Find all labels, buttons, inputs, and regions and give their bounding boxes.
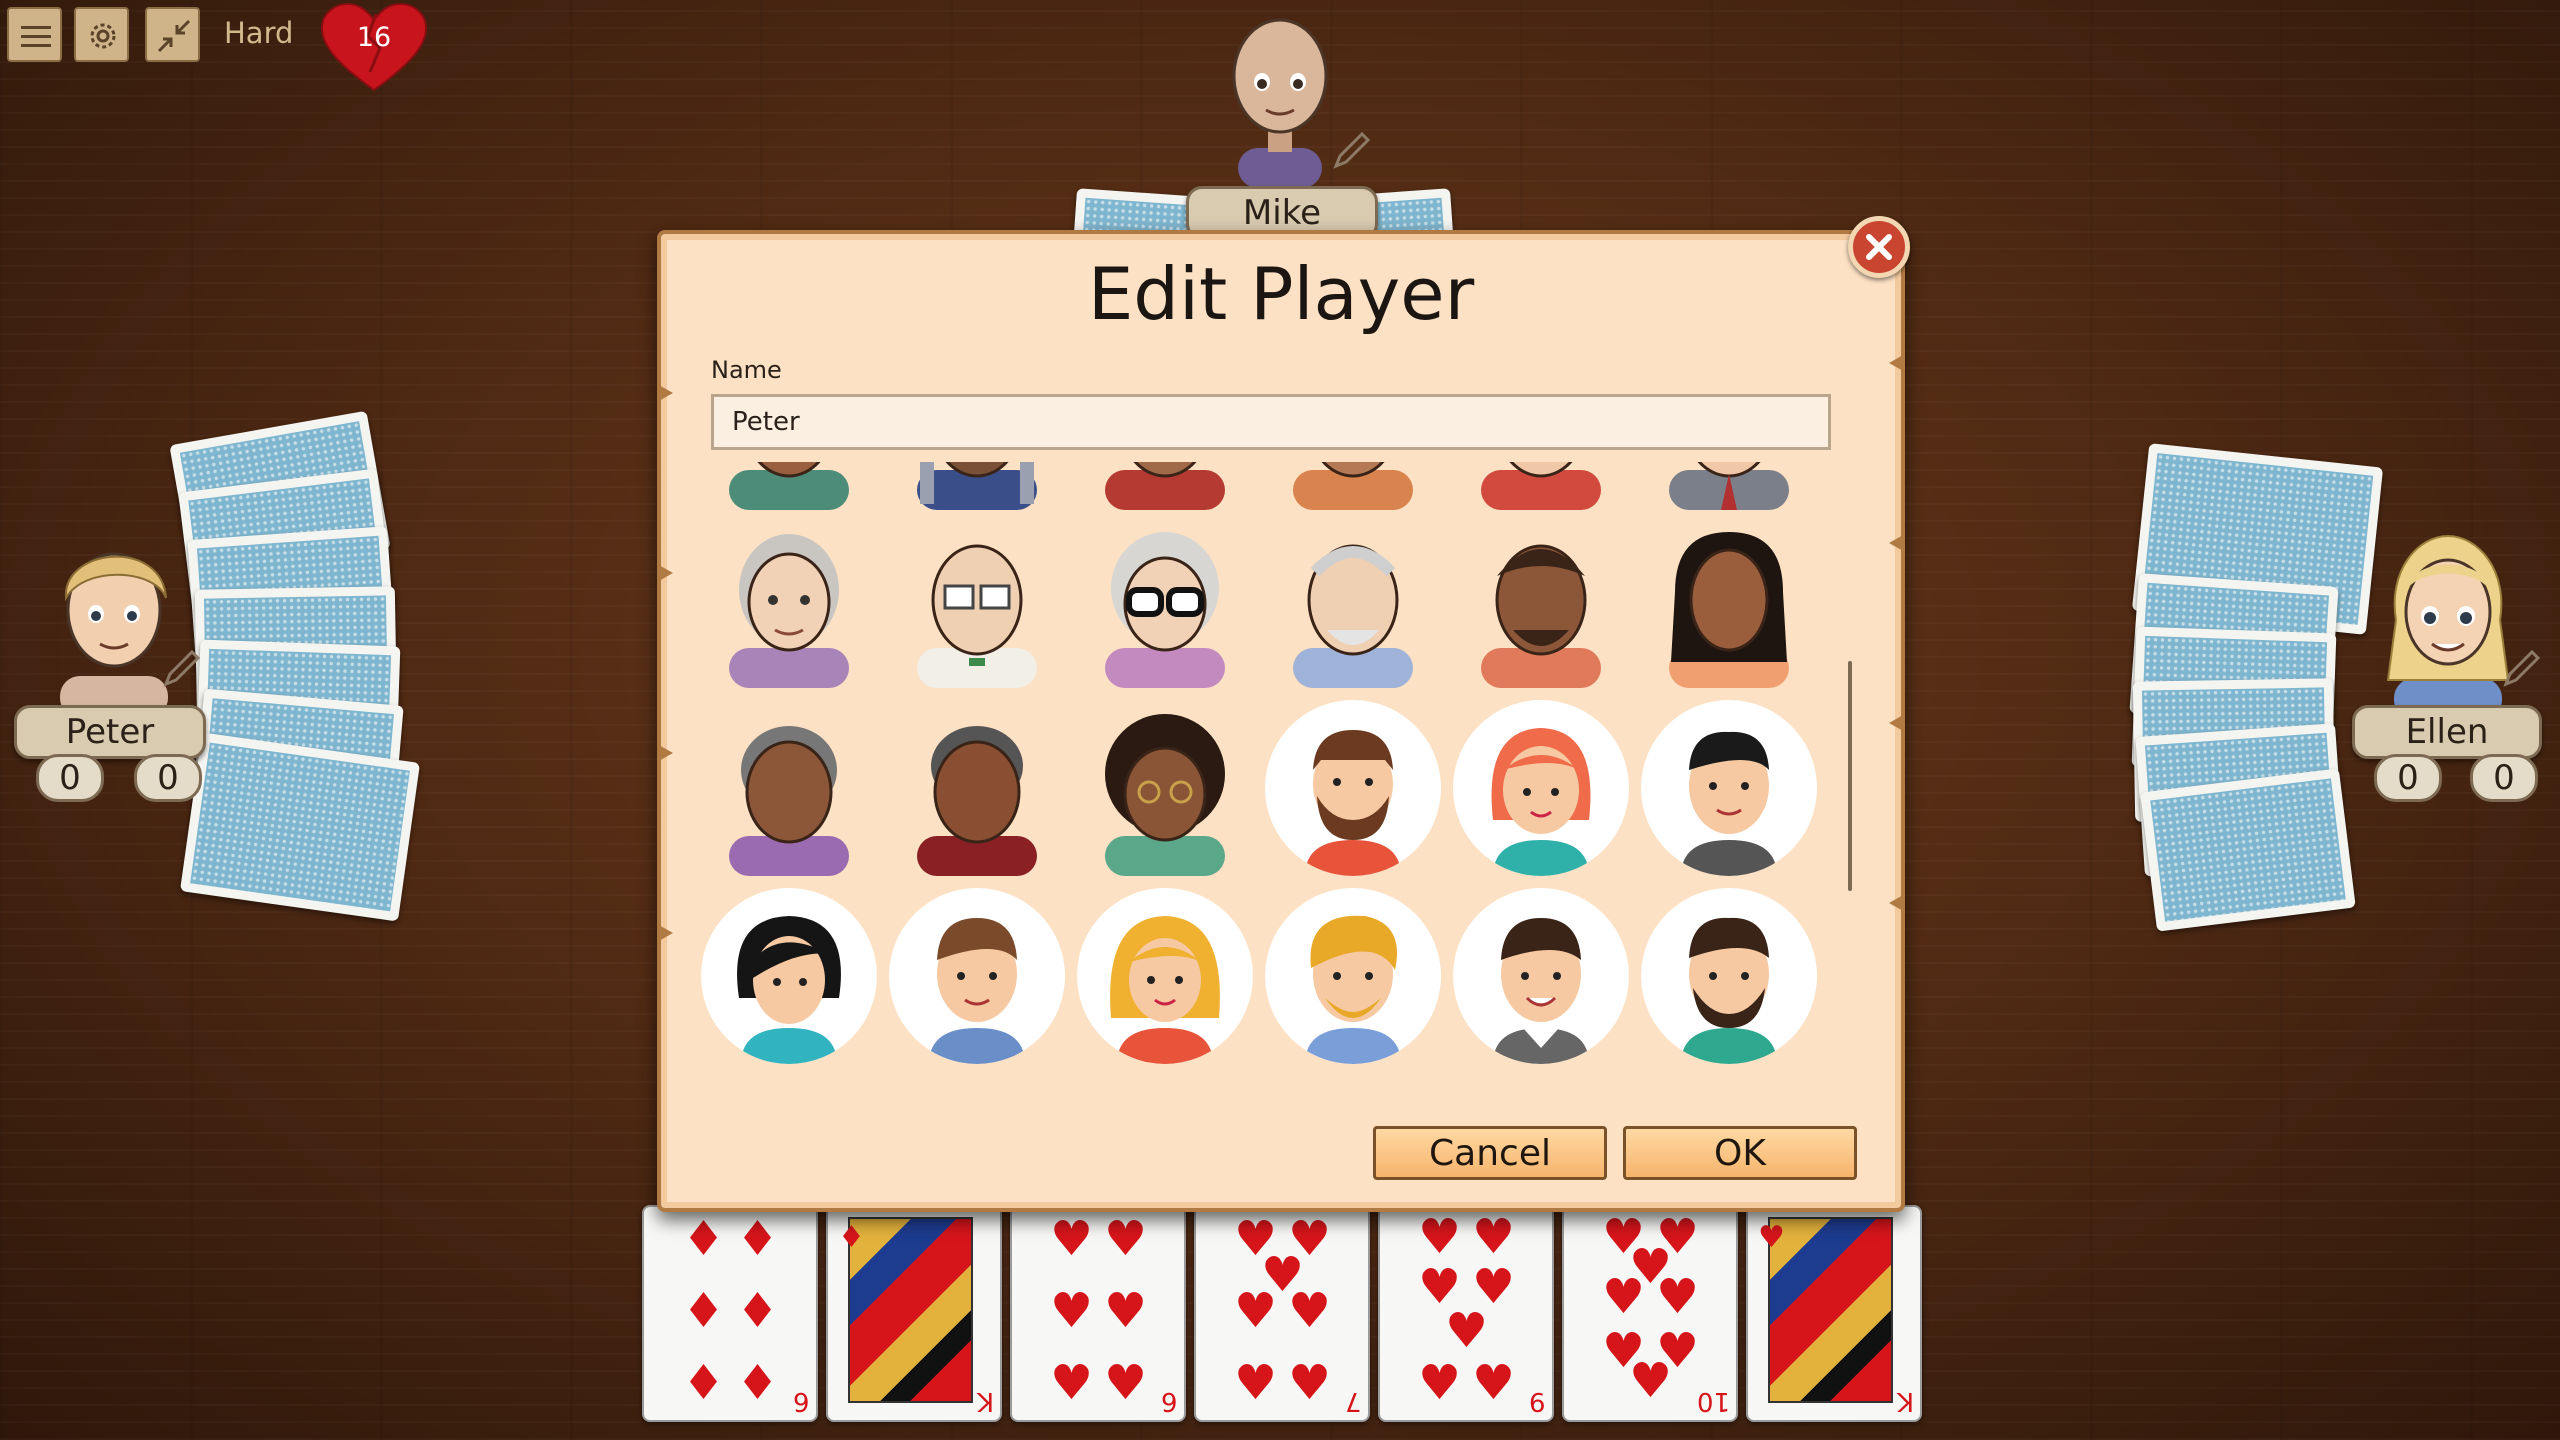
cancel-button[interactable]: Cancel [1373,1126,1607,1180]
player-avatar-ellen [2386,534,2510,720]
ok-button[interactable]: OK [1623,1126,1857,1180]
frame-notch [657,384,673,402]
card-rank: 9 [1529,1386,1546,1416]
avatar-grid [701,462,1851,1090]
menu-button[interactable] [7,7,62,62]
score-total-peter: 0 [134,754,202,802]
name-input[interactable] [711,394,1831,450]
hearts-count: 16 [356,22,392,53]
score-total-ellen: 0 [2470,754,2538,802]
hand-card[interactable]: ♥ ♥ ♥ ♥ ♥ ♥ 6 [1010,1205,1186,1422]
close-dialog-button[interactable] [1848,216,1910,278]
avatar-option[interactable] [1265,888,1441,1064]
avatar-option[interactable] [1077,700,1253,876]
avatar-grid-scrollbar[interactable] [1848,661,1852,891]
edit-pencil-icon[interactable] [2500,646,2544,690]
avatar-option[interactable] [889,888,1065,1064]
player-name-ellen: Ellen [2352,705,2542,759]
avatar-option[interactable] [1077,512,1253,688]
hand-card[interactable]: ♦ ♦ ♦ ♦ ♦ ♦ 6 [642,1205,818,1422]
card-rank: 6 [1161,1386,1178,1416]
avatar-option[interactable] [701,700,877,876]
card-rank: K [1896,1386,1914,1416]
hand-card[interactable]: ♥ ♥ ♥ ♥ ♥ ♥ ♥ 9 [1378,1205,1554,1422]
edit-pencil-icon[interactable] [160,646,204,690]
collapse-arrows-icon [157,19,191,53]
gear-icon [90,23,116,49]
player-avatar-mike [1232,18,1328,188]
frame-notch [657,744,673,762]
hand-card[interactable]: ♥ K [1746,1205,1922,1422]
frame-notch [1889,894,1905,912]
edit-player-dialog: Edit Player Name Cancel OK [657,230,1905,1212]
avatar-option[interactable] [1641,512,1817,688]
avatar-option[interactable] [889,462,1065,510]
hand-card[interactable]: ♥ ♥ ♥ ♥ ♥ ♥ ♥ ♥ 10 [1562,1205,1738,1422]
hamburger-menu-icon [21,26,51,47]
avatar-option[interactable] [889,700,1065,876]
avatar-option[interactable] [1641,700,1817,876]
avatar-option[interactable] [701,462,877,510]
dialog-title: Edit Player [1087,252,1475,336]
edit-pencil-icon[interactable] [1330,128,1374,172]
card-rank: 7 [1345,1386,1362,1416]
avatar-option[interactable] [1265,512,1441,688]
frame-notch [657,924,673,942]
frame-notch [1889,354,1905,372]
avatar-option[interactable] [1453,700,1629,876]
frame-notch [1889,714,1905,732]
difficulty-label: Hard [224,16,294,50]
avatar-option[interactable] [1641,462,1817,510]
close-icon [1866,234,1892,260]
minimize-button[interactable] [145,7,200,62]
avatar-option[interactable] [1453,888,1629,1064]
name-field-label: Name [711,356,782,384]
avatar-option[interactable] [1077,888,1253,1064]
hand-card[interactable]: ♥ ♥ ♥ ♥ ♥ ♥ ♥ 7 [1194,1205,1370,1422]
hand-card[interactable]: ♦ K [826,1205,1002,1422]
avatar-option[interactable] [1265,462,1441,510]
avatar-option[interactable] [1453,462,1629,510]
avatar-option[interactable] [1453,512,1629,688]
opponent-card-back [179,732,421,922]
card-rank: K [976,1386,994,1416]
card-rank: 10 [1696,1386,1730,1416]
opponent-card-back [2140,768,2356,932]
avatar-option[interactable] [1077,462,1253,510]
avatar-option[interactable] [889,512,1065,688]
frame-notch [657,564,673,582]
score-round-peter: 0 [36,754,104,802]
avatar-option[interactable] [1265,700,1441,876]
avatar-option[interactable] [701,512,877,688]
score-round-ellen: 0 [2374,754,2442,802]
avatar-option[interactable] [1641,888,1817,1064]
card-rank: 6 [793,1386,810,1416]
player-name-peter: Peter [14,705,206,759]
frame-notch [1889,534,1905,552]
settings-button[interactable] [74,7,129,62]
avatar-option[interactable] [701,888,877,1064]
